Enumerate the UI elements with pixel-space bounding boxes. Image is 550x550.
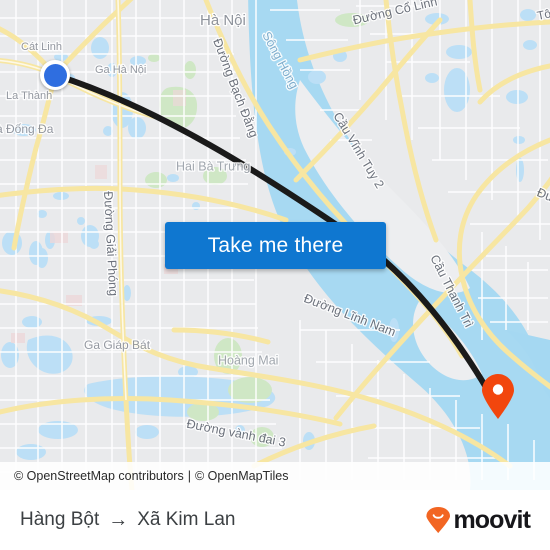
map-label: à Đống Đa <box>0 122 54 136</box>
origin-marker[interactable] <box>40 60 70 90</box>
map-label: Hoàng Mai <box>218 354 278 368</box>
map-label: La Thành <box>6 90 52 102</box>
map-label: Cát Linh <box>21 41 62 53</box>
arrow-right-icon: → <box>108 508 129 531</box>
map-canvas[interactable]: Hà Nội Cát Linh Ga Hà Nội La Thành à Đống Đa… <box>0 0 550 490</box>
destination-marker[interactable] <box>481 374 515 420</box>
attribution-tiles[interactable]: © OpenMapTiles <box>195 469 289 483</box>
moovit-map-widget: Hà Nội Cát Linh Ga Hà Nội La Thành à Đống Đa… <box>0 0 550 550</box>
route-summary: Hàng Bột → Xã Kim Lan <box>20 509 425 532</box>
moovit-pin-icon <box>426 506 451 533</box>
origin-marker-dot <box>43 63 67 87</box>
destination-label: Xã Kim Lan <box>137 509 236 530</box>
moovit-logo[interactable]: moovit <box>425 505 531 535</box>
attribution-separator: | <box>187 469 191 483</box>
map-label: Hà Nội <box>200 12 246 29</box>
map-label: Tô <box>536 6 550 23</box>
footer-bar: Hàng Bột → Xã Kim Lan moovit <box>0 490 550 550</box>
map-label: Ga Hà Nội <box>95 64 146 76</box>
map-label: Ga Giáp Bát <box>84 338 151 352</box>
map-attribution: © OpenStreetMap contributors | © OpenMap… <box>0 462 550 490</box>
map-pin-icon <box>482 374 514 419</box>
take-me-there-button[interactable]: Take me there <box>165 222 386 269</box>
moovit-wordmark: moovit <box>453 505 530 534</box>
map-label: Hai Bà Trưng <box>176 160 250 174</box>
origin-label: Hàng Bột <box>20 509 100 530</box>
attribution-osm[interactable]: © OpenStreetMap contributors <box>14 469 184 483</box>
